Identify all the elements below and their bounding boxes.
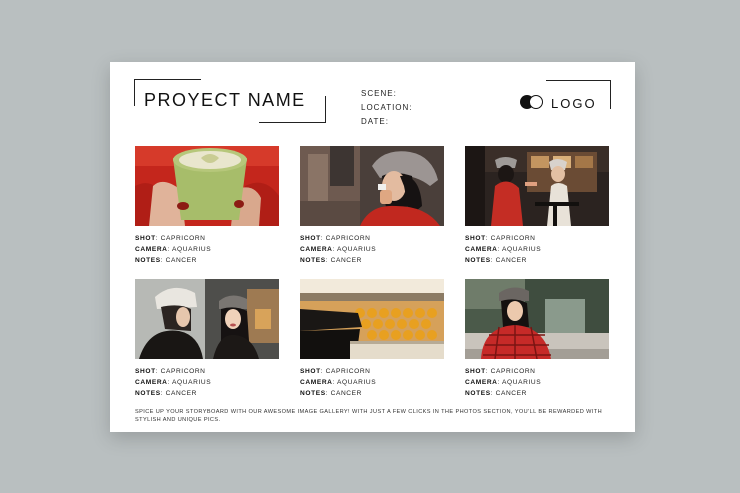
project-title: PROYECT NAME bbox=[144, 90, 306, 110]
notes-value: : CANCER bbox=[490, 257, 528, 264]
notes-value: : CANCER bbox=[160, 257, 198, 264]
date-label: DATE: bbox=[361, 117, 389, 126]
footer-note: SPICE UP YOUR STORYBOARD WITH OUR AWESOM… bbox=[135, 409, 603, 423]
caption-card-6: SHOT: CAPRICORN CAMERA: AQUARIUS NOTES: … bbox=[465, 368, 542, 397]
notes-value: : CANCER bbox=[490, 390, 528, 397]
logo: LOGO bbox=[520, 95, 597, 111]
camera-value: : AQUARIUS bbox=[167, 246, 212, 253]
photo-cafe-friends bbox=[465, 146, 609, 226]
project-meta: SCENE: LOCATION: DATE: bbox=[361, 87, 413, 129]
photo-pastry-tray bbox=[300, 279, 444, 359]
camera-value: : AQUARIUS bbox=[497, 379, 542, 386]
storyboard-sheet: PROYECT NAME SCENE: LOCATION: DATE: LOGO bbox=[110, 62, 635, 432]
notes-value: : CANCER bbox=[325, 390, 363, 397]
photo-canal-portrait bbox=[465, 279, 609, 359]
notes-value: : CANCER bbox=[160, 390, 198, 397]
shot-value: : CAPRICORN bbox=[485, 235, 536, 242]
caption-card-1: SHOT: CAPRICORN CAMERA: AQUARIUS NOTES: … bbox=[135, 235, 212, 264]
camera-value: : AQUARIUS bbox=[167, 379, 212, 386]
logo-text: LOGO bbox=[551, 95, 597, 111]
caption-card-4: SHOT: CAPRICORN CAMERA: AQUARIUS NOTES: … bbox=[135, 368, 212, 397]
photo-matcha-latte bbox=[135, 146, 279, 226]
caption-card-2: SHOT: CAPRICORN CAMERA: AQUARIUS NOTES: … bbox=[300, 235, 377, 264]
camera-value: : AQUARIUS bbox=[497, 246, 542, 253]
photo-two-friends bbox=[135, 279, 279, 359]
photo-woman-eating bbox=[300, 146, 444, 226]
location-label: LOCATION: bbox=[361, 103, 413, 112]
shot-value: : CAPRICORN bbox=[155, 235, 206, 242]
title-frame: PROYECT NAME bbox=[134, 79, 326, 123]
scene-label: SCENE: bbox=[361, 89, 397, 98]
caption-card-5: SHOT: CAPRICORN CAMERA: AQUARIUS NOTES: … bbox=[300, 368, 377, 397]
shot-value: : CAPRICORN bbox=[320, 368, 371, 375]
notes-value: : CANCER bbox=[325, 257, 363, 264]
camera-value: : AQUARIUS bbox=[332, 246, 377, 253]
shot-value: : CAPRICORN bbox=[485, 368, 536, 375]
camera-value: : AQUARIUS bbox=[332, 379, 377, 386]
caption-card-3: SHOT: CAPRICORN CAMERA: AQUARIUS NOTES: … bbox=[465, 235, 542, 264]
logo-circles-icon bbox=[520, 95, 546, 111]
shot-value: : CAPRICORN bbox=[155, 368, 206, 375]
shot-value: : CAPRICORN bbox=[320, 235, 371, 242]
